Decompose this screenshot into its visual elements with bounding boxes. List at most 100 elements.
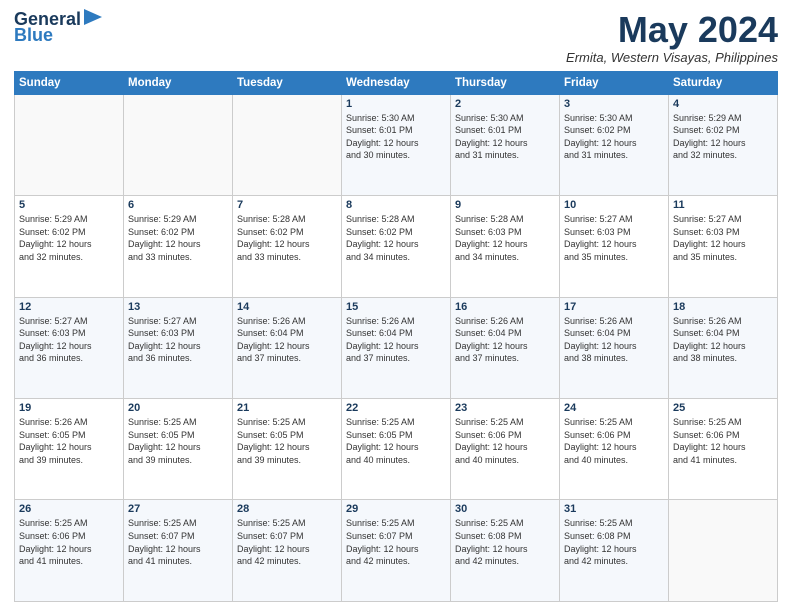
calendar-cell: 5 Sunrise: 5:29 AM Sunset: 6:02 PM Daylig…: [15, 196, 124, 297]
logo-blue: Blue: [14, 26, 53, 46]
day-number: 4: [673, 98, 773, 110]
calendar-cell: 7 Sunrise: 5:28 AM Sunset: 6:02 PM Daylig…: [233, 196, 342, 297]
day-number: 26: [19, 503, 119, 515]
day-info: Sunrise: 5:25 AM Sunset: 6:06 PM Dayligh…: [564, 416, 664, 466]
col-monday: Monday: [124, 71, 233, 94]
day-number: 24: [564, 402, 664, 414]
day-info: Sunrise: 5:29 AM Sunset: 6:02 PM Dayligh…: [673, 112, 773, 162]
day-number: 7: [237, 199, 337, 211]
day-info: Sunrise: 5:30 AM Sunset: 6:02 PM Dayligh…: [564, 112, 664, 162]
day-info: Sunrise: 5:26 AM Sunset: 6:05 PM Dayligh…: [19, 416, 119, 466]
calendar-cell: 21Sunrise: 5:25 AM Sunset: 6:05 PM Dayli…: [233, 399, 342, 500]
day-info: Sunrise: 5:26 AM Sunset: 6:04 PM Dayligh…: [673, 315, 773, 365]
day-number: 25: [673, 402, 773, 414]
day-number: 31: [564, 503, 664, 515]
col-thursday: Thursday: [451, 71, 560, 94]
col-friday: Friday: [560, 71, 669, 94]
title-area: May 2024 Ermita, Western Visayas, Philip…: [566, 10, 778, 65]
calendar-cell: 6 Sunrise: 5:29 AM Sunset: 6:02 PM Daylig…: [124, 196, 233, 297]
day-info: Sunrise: 5:25 AM Sunset: 6:06 PM Dayligh…: [19, 517, 119, 567]
day-number: 14: [237, 301, 337, 313]
calendar-cell: 20 Sunrise: 5:25 AM Sunset: 6:05 PM Dayli…: [124, 399, 233, 500]
day-number: 3: [564, 98, 664, 110]
month-title: May 2024: [566, 10, 778, 50]
calendar-cell: 8 Sunrise: 5:28 AM Sunset: 6:02 PM Daylig…: [342, 196, 451, 297]
calendar-cell: 14 Sunrise: 5:26 AM Sunset: 6:04 PM Dayli…: [233, 297, 342, 398]
day-info: Sunrise: 5:25 AM Sunset: 6:07 PM Dayligh…: [237, 517, 337, 567]
day-number: 20: [128, 402, 228, 414]
day-info: Sunrise: 5:25 AM Sunset: 6:08 PM Dayligh…: [564, 517, 664, 567]
col-saturday: Saturday: [669, 71, 778, 94]
calendar-week-3: 12 Sunrise: 5:27 AM Sunset: 6:03 PM Dayli…: [15, 297, 778, 398]
day-number: 8: [346, 199, 446, 211]
day-info: Sunrise: 5:28 AM Sunset: 6:02 PM Dayligh…: [237, 213, 337, 263]
calendar-cell: 22 Sunrise: 5:25 AM Sunset: 6:05 PM Dayli…: [342, 399, 451, 500]
day-info: Sunrise: 5:28 AM Sunset: 6:03 PM Dayligh…: [455, 213, 555, 263]
calendar-cell: [233, 94, 342, 195]
day-info: Sunrise: 5:29 AM Sunset: 6:02 PM Dayligh…: [19, 213, 119, 263]
calendar-cell: 19Sunrise: 5:26 AM Sunset: 6:05 PM Dayli…: [15, 399, 124, 500]
calendar-cell: 2 Sunrise: 5:30 AM Sunset: 6:01 PM Daylig…: [451, 94, 560, 195]
calendar-cell: 4 Sunrise: 5:29 AM Sunset: 6:02 PM Daylig…: [669, 94, 778, 195]
day-number: 2: [455, 98, 555, 110]
calendar-cell: 30Sunrise: 5:25 AM Sunset: 6:08 PM Dayli…: [451, 500, 560, 602]
day-info: Sunrise: 5:30 AM Sunset: 6:01 PM Dayligh…: [346, 112, 446, 162]
day-number: 16: [455, 301, 555, 313]
col-sunday: Sunday: [15, 71, 124, 94]
day-number: 1: [346, 98, 446, 110]
day-info: Sunrise: 5:28 AM Sunset: 6:02 PM Dayligh…: [346, 213, 446, 263]
day-info: Sunrise: 5:25 AM Sunset: 6:05 PM Dayligh…: [346, 416, 446, 466]
day-info: Sunrise: 5:29 AM Sunset: 6:02 PM Dayligh…: [128, 213, 228, 263]
day-info: Sunrise: 5:25 AM Sunset: 6:08 PM Dayligh…: [455, 517, 555, 567]
calendar-week-5: 26 Sunrise: 5:25 AM Sunset: 6:06 PM Dayli…: [15, 500, 778, 602]
day-info: Sunrise: 5:26 AM Sunset: 6:04 PM Dayligh…: [346, 315, 446, 365]
calendar-week-2: 5 Sunrise: 5:29 AM Sunset: 6:02 PM Daylig…: [15, 196, 778, 297]
day-number: 18: [673, 301, 773, 313]
day-number: 9: [455, 199, 555, 211]
calendar-cell: 16Sunrise: 5:26 AM Sunset: 6:04 PM Dayli…: [451, 297, 560, 398]
day-number: 11: [673, 199, 773, 211]
day-info: Sunrise: 5:30 AM Sunset: 6:01 PM Dayligh…: [455, 112, 555, 162]
calendar-cell: 28 Sunrise: 5:25 AM Sunset: 6:07 PM Dayli…: [233, 500, 342, 602]
day-info: Sunrise: 5:25 AM Sunset: 6:07 PM Dayligh…: [128, 517, 228, 567]
day-number: 27: [128, 503, 228, 515]
location: Ermita, Western Visayas, Philippines: [566, 50, 778, 65]
day-info: Sunrise: 5:26 AM Sunset: 6:04 PM Dayligh…: [237, 315, 337, 365]
day-number: 10: [564, 199, 664, 211]
calendar-header-row: Sunday Monday Tuesday Wednesday Thursday…: [15, 71, 778, 94]
day-info: Sunrise: 5:27 AM Sunset: 6:03 PM Dayligh…: [19, 315, 119, 365]
day-number: 12: [19, 301, 119, 313]
calendar-week-4: 19Sunrise: 5:26 AM Sunset: 6:05 PM Dayli…: [15, 399, 778, 500]
day-info: Sunrise: 5:27 AM Sunset: 6:03 PM Dayligh…: [564, 213, 664, 263]
calendar-cell: [124, 94, 233, 195]
day-info: Sunrise: 5:25 AM Sunset: 6:07 PM Dayligh…: [346, 517, 446, 567]
day-info: Sunrise: 5:27 AM Sunset: 6:03 PM Dayligh…: [128, 315, 228, 365]
day-number: 5: [19, 199, 119, 211]
calendar-cell: 29 Sunrise: 5:25 AM Sunset: 6:07 PM Dayli…: [342, 500, 451, 602]
calendar-cell: 15Sunrise: 5:26 AM Sunset: 6:04 PM Dayli…: [342, 297, 451, 398]
calendar-cell: [669, 500, 778, 602]
calendar-cell: 27 Sunrise: 5:25 AM Sunset: 6:07 PM Dayli…: [124, 500, 233, 602]
day-info: Sunrise: 5:26 AM Sunset: 6:04 PM Dayligh…: [564, 315, 664, 365]
day-info: Sunrise: 5:25 AM Sunset: 6:05 PM Dayligh…: [128, 416, 228, 466]
logo-icon: [84, 9, 106, 25]
day-number: 13: [128, 301, 228, 313]
calendar-cell: 1 Sunrise: 5:30 AM Sunset: 6:01 PM Daylig…: [342, 94, 451, 195]
day-number: 28: [237, 503, 337, 515]
day-info: Sunrise: 5:25 AM Sunset: 6:06 PM Dayligh…: [673, 416, 773, 466]
main-container: General Blue May 2024 Ermita, Western Vi…: [0, 0, 792, 612]
calendar-cell: 12 Sunrise: 5:27 AM Sunset: 6:03 PM Dayli…: [15, 297, 124, 398]
calendar-cell: 13 Sunrise: 5:27 AM Sunset: 6:03 PM Dayli…: [124, 297, 233, 398]
day-number: 29: [346, 503, 446, 515]
calendar-week-1: 1 Sunrise: 5:30 AM Sunset: 6:01 PM Daylig…: [15, 94, 778, 195]
col-wednesday: Wednesday: [342, 71, 451, 94]
calendar-cell: 18 Sunrise: 5:26 AM Sunset: 6:04 PM Dayli…: [669, 297, 778, 398]
day-number: 21: [237, 402, 337, 414]
day-info: Sunrise: 5:27 AM Sunset: 6:03 PM Dayligh…: [673, 213, 773, 263]
day-number: 6: [128, 199, 228, 211]
day-number: 22: [346, 402, 446, 414]
logo: General Blue: [14, 10, 106, 46]
day-number: 17: [564, 301, 664, 313]
calendar-cell: 17 Sunrise: 5:26 AM Sunset: 6:04 PM Dayli…: [560, 297, 669, 398]
calendar-cell: [15, 94, 124, 195]
